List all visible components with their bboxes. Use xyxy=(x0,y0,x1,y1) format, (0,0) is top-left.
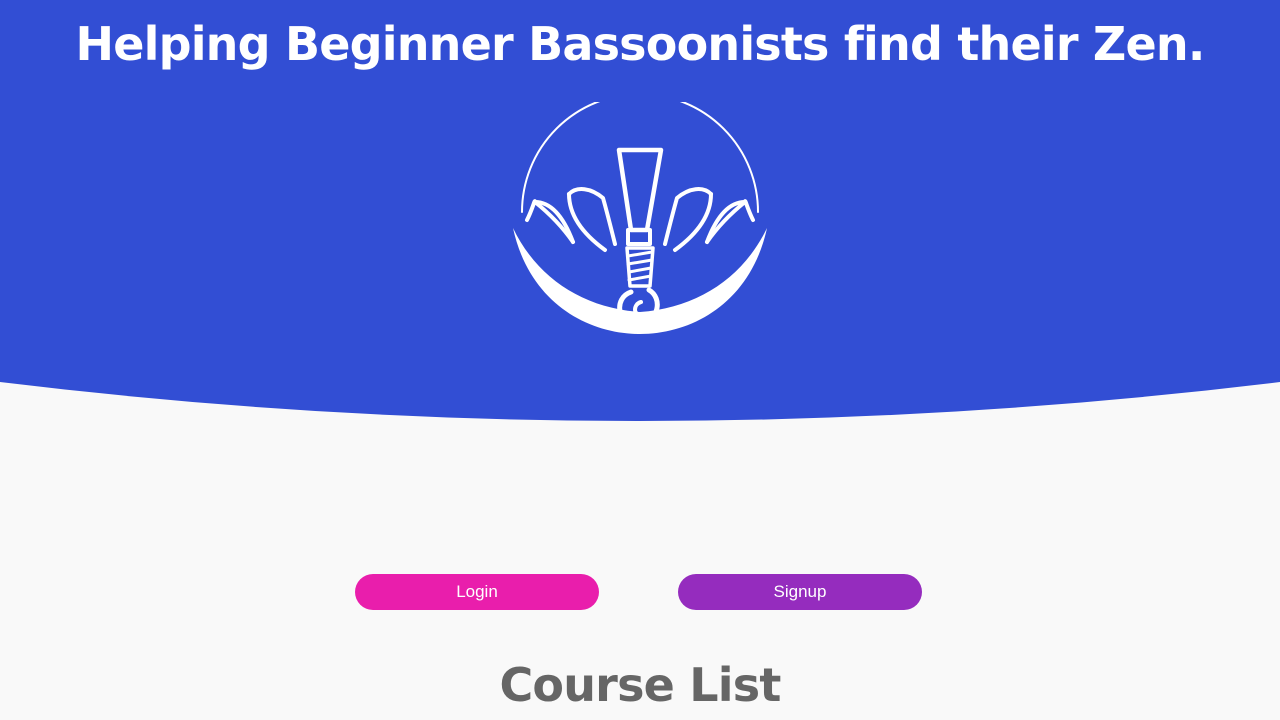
course-list-heading: Course List xyxy=(499,658,781,712)
hero-title: Helping Beginner Bassoonists find their … xyxy=(75,17,1206,71)
signup-button[interactable]: Signup xyxy=(678,574,922,610)
page: Helping Beginner Bassoonists find their … xyxy=(0,0,1280,720)
login-button[interactable]: Login xyxy=(355,574,599,610)
lotus-bassoon-reed-icon xyxy=(513,102,767,334)
